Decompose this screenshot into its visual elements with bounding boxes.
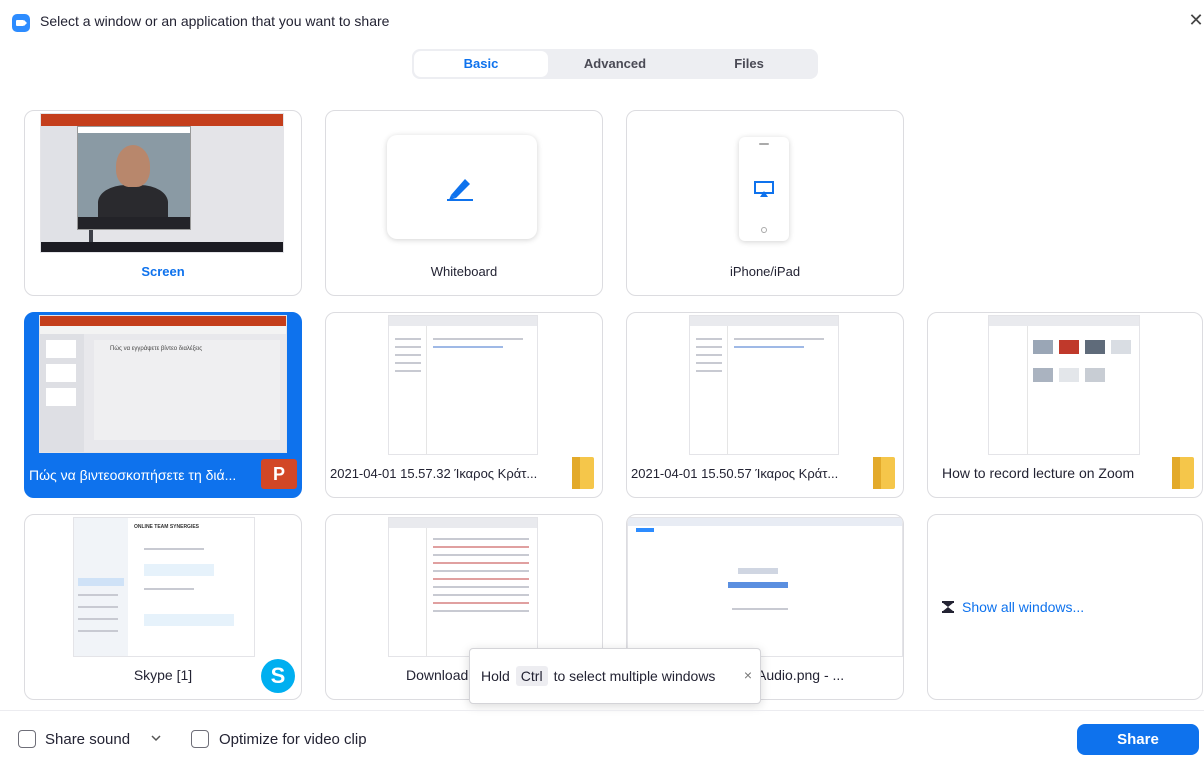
optimize-video-label: Optimize for video clip <box>219 731 367 748</box>
powerpoint-thumbnail: Πώς να εγγράψετε βίντεο διαλέξεις <box>39 315 287 453</box>
title-bar: Select a window or an application that y… <box>0 0 1204 44</box>
tooltip-close-icon[interactable]: × <box>744 667 752 683</box>
explorer-thumbnail <box>388 315 538 455</box>
tile-label: iPhone/iPad <box>729 264 801 279</box>
tile-powerpoint-window[interactable]: Πώς να εγγράψετε βίντεο διαλέξεις Πώς να… <box>24 312 302 498</box>
share-sound-checkbox[interactable] <box>18 730 36 748</box>
window-title: Select a window or an application that y… <box>40 13 390 29</box>
tab-advanced[interactable]: Advanced <box>548 51 682 77</box>
footer-bar: Share sound Optimize for video clip Shar… <box>0 710 1204 757</box>
tile-folder-window-2[interactable]: 2021-04-01 15.50.57 Ίκαρος Κράτ... <box>626 312 904 498</box>
zoom-app-icon <box>12 14 30 32</box>
hourglass-icon <box>942 601 954 613</box>
tile-skype-window[interactable]: ONLINE TEAM SYNERGIES Skype [1] S <box>24 514 302 700</box>
skype-thumbnail: ONLINE TEAM SYNERGIES <box>73 517 255 657</box>
close-icon[interactable]: ✕ <box>1188 10 1204 30</box>
tile-whiteboard[interactable]: Whiteboard <box>325 110 603 296</box>
tile-label: How to record lecture on Zoom <box>942 465 1135 481</box>
tile-label: Whiteboard <box>430 264 498 279</box>
video-preview <box>77 126 191 230</box>
explorer-thumbnail <box>689 315 839 455</box>
tile-label: Πώς να βιντεοσκοπήσετε τη διά... <box>29 467 237 483</box>
phone-graphic <box>739 137 789 241</box>
tile-label: Audio.png - ... <box>757 667 845 683</box>
taskbar <box>41 242 283 252</box>
explorer-thumbnail <box>388 517 538 657</box>
folder-icon <box>1172 457 1194 489</box>
share-sound-label: Share sound <box>45 731 131 748</box>
image-viewer-thumbnail <box>627 517 903 657</box>
tile-label: Screen <box>141 264 185 279</box>
tile-screen[interactable]: Screen <box>24 110 302 296</box>
folder-icon <box>873 457 895 489</box>
show-all-label: Show all windows... <box>962 599 1085 615</box>
tab-files[interactable]: Files <box>682 51 816 77</box>
folder-icon <box>572 457 594 489</box>
share-button[interactable]: Share <box>1077 724 1199 755</box>
optimize-video-checkbox[interactable] <box>191 730 209 748</box>
tile-folder-window-3[interactable]: How to record lecture on Zoom <box>927 312 1203 498</box>
tile-show-all-windows[interactable]: Show all windows... <box>927 514 1203 700</box>
tab-basic[interactable]: Basic <box>414 51 548 77</box>
screen-thumbnail <box>40 113 284 253</box>
tile-folder-window-1[interactable]: 2021-04-01 15.57.32 Ίκαρος Κράτ... <box>325 312 603 498</box>
explorer-thumbnail <box>988 315 1140 455</box>
tab-bar: Basic Advanced Files <box>412 49 818 79</box>
show-all-windows-link[interactable]: Show all windows... <box>942 599 1084 615</box>
airplay-icon <box>754 181 774 197</box>
tooltip-text-pre: Hold <box>481 668 510 684</box>
chevron-down-icon[interactable] <box>150 733 162 743</box>
tooltip-text-post: to select multiple windows <box>553 668 716 684</box>
person-face <box>116 145 150 187</box>
multi-select-tooltip: Hold Ctrl to select multiple windows × <box>469 648 761 704</box>
ctrl-key-badge: Ctrl <box>515 666 548 686</box>
tile-label: 2021-04-01 15.57.32 Ίκαρος Κράτ... <box>330 466 538 481</box>
powerpoint-icon: P <box>261 459 297 489</box>
tile-label: 2021-04-01 15.50.57 Ίκαρος Κράτ... <box>631 466 839 481</box>
pen-icon <box>447 179 473 201</box>
tile-label: Skype [1] <box>133 667 193 683</box>
skype-icon: S <box>261 659 295 693</box>
tile-iphone-ipad[interactable]: iPhone/iPad <box>626 110 904 296</box>
